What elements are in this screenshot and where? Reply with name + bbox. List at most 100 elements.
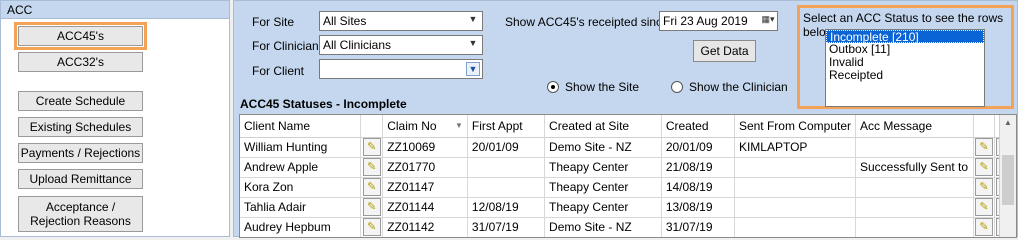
edit-pencil-icon-cell: ✎ — [973, 177, 995, 198]
site-select[interactable]: All Sites ▼ — [319, 11, 483, 31]
show-site-label: Show the Site — [565, 80, 640, 94]
edit-pencil-icon[interactable]: ✎ — [362, 218, 381, 236]
edit-pencil-icon[interactable]: ✎ — [362, 138, 381, 156]
table-header-row: Client Name Claim No ▼ First Appt Created… — [240, 115, 1016, 138]
edit-pencil-icon[interactable]: ✎ — [974, 198, 993, 216]
col-header-client-name[interactable]: Client Name — [240, 115, 362, 138]
col-header-acc-message[interactable]: Acc Message — [855, 115, 974, 138]
acc-status-box: Select an ACC Status to see the rows bel… — [797, 5, 1014, 109]
clinician-select[interactable]: All Clinicians ▼ — [319, 35, 483, 55]
status-item-receipted[interactable]: Receipted — [826, 69, 984, 82]
table-row[interactable]: Tahlia Adair ✎ ZZ01144 12/08/19 Theapy Cente… — [240, 197, 1016, 218]
client-label: For Client — [252, 64, 305, 78]
edit-pencil-icon[interactable]: ✎ — [362, 178, 381, 196]
edit-pencil-icon[interactable]: ✎ — [974, 178, 993, 196]
edit-pencil-icon-cell: ✎ — [360, 137, 384, 158]
edit-pencil-icon-cell: ✎ — [360, 157, 384, 178]
acc-nav-panel: ACC ACC45's ACC32's Create Schedule Exis… — [0, 0, 230, 237]
col-header-edit — [360, 115, 384, 138]
col-header-sent-from-computer[interactable]: Sent From Computer — [734, 115, 857, 138]
edit-pencil-icon[interactable]: ✎ — [974, 218, 993, 236]
edit-pencil-icon[interactable]: ✎ — [362, 198, 381, 216]
scrollbar-thumb[interactable] — [1002, 155, 1014, 205]
created-cell: 31/07/19 — [661, 217, 735, 237]
acceptance-label-line2: Rejection Reasons — [30, 214, 131, 228]
radio-selected-icon — [547, 81, 559, 93]
client-select[interactable]: ▼ — [319, 59, 483, 79]
client-name-cell: Audrey Hepbum — [240, 217, 362, 237]
show-clinician-label: Show the Clinician — [689, 80, 788, 94]
edit-pencil-icon[interactable]: ✎ — [362, 158, 381, 176]
acc32-button[interactable]: ACC32's — [18, 52, 143, 72]
col-header-claim-no[interactable]: Claim No ▼ — [382, 115, 468, 138]
acc-message-cell: Successfully Sent to — [855, 157, 974, 178]
created-cell: 14/08/19 — [661, 177, 735, 198]
col-header-first-appt[interactable]: First Appt — [467, 115, 546, 138]
edit-pencil-icon-cell: ✎ — [360, 177, 384, 198]
vertical-scrollbar[interactable]: ▲ — [999, 115, 1016, 237]
table-row[interactable]: William Hunting ✎ ZZ10069 20/01/09 Demo Site… — [240, 137, 1016, 158]
sent-from-computer-cell: KIMLAPTOP — [734, 137, 857, 158]
client-name-cell: Kora Zon — [240, 177, 362, 198]
existing-schedules-button[interactable]: Existing Schedules — [18, 117, 143, 137]
claim-no-cell: ZZ01147 — [382, 177, 468, 198]
date-value: Fri 23 Aug 2019 — [663, 14, 748, 28]
created-at-site-cell: Theapy Center — [544, 157, 662, 178]
first-appt-cell: 31/07/19 — [467, 217, 546, 237]
sent-from-computer-cell — [734, 197, 857, 218]
chevron-down-icon: ▼ — [466, 62, 480, 76]
scroll-up-icon[interactable]: ▲ — [1000, 115, 1016, 131]
edit-pencil-icon-cell: ✎ — [973, 197, 995, 218]
upload-remittance-button[interactable]: Upload Remittance — [18, 169, 143, 189]
create-schedule-button[interactable]: Create Schedule — [18, 91, 143, 111]
edit-pencil-icon[interactable]: ✎ — [974, 138, 993, 156]
show-site-radio[interactable]: Show the Site — [547, 80, 639, 94]
acceptance-label-line1: Acceptance / — [45, 200, 116, 214]
col-header-created[interactable]: Created — [661, 115, 735, 138]
acc-message-cell — [855, 137, 974, 158]
client-name-cell: Andrew Apple — [240, 157, 362, 178]
claim-no-header-label: Claim No — [387, 118, 437, 133]
first-appt-cell — [467, 177, 546, 198]
date-picker[interactable]: Fri 23 Aug 2019 ▦▾ — [659, 11, 778, 31]
get-data-button[interactable]: Get Data — [693, 40, 756, 62]
claim-no-cell: ZZ10069 — [382, 137, 468, 158]
acceptance-rejection-reasons-button[interactable]: Acceptance / Rejection Reasons — [18, 196, 143, 232]
table-row[interactable]: Andrew Apple ✎ ZZ01770 Theapy Center 21/08/1… — [240, 157, 1016, 178]
acc-message-cell — [855, 197, 974, 218]
nav-header: ACC — [1, 1, 229, 19]
site-label: For Site — [252, 15, 295, 29]
edit-pencil-icon-cell: ✎ — [973, 157, 995, 178]
first-appt-cell: 20/01/09 — [467, 137, 546, 158]
main-panel: For Site All Sites ▼ For Clinician All C… — [233, 0, 1018, 238]
acc45-grid: Client Name Claim No ▼ First Appt Created… — [239, 114, 1017, 238]
claim-no-cell: ZZ01144 — [382, 197, 468, 218]
chevron-down-icon: ▼ — [468, 38, 478, 48]
created-cell: 21/08/19 — [661, 157, 735, 178]
receipted-since-label: Show ACC45's receipted since — [505, 15, 669, 29]
radio-unselected-icon — [671, 81, 683, 93]
col-header-created-at-site[interactable]: Created at Site — [544, 115, 662, 138]
sent-from-computer-cell — [734, 217, 857, 237]
created-cell: 20/01/09 — [661, 137, 735, 158]
chevron-down-icon: ▼ — [468, 14, 478, 24]
acc45-button[interactable]: ACC45's — [18, 26, 143, 46]
sort-icon: ▼ — [454, 120, 463, 130]
edit-pencil-icon[interactable]: ✎ — [974, 158, 993, 176]
created-at-site-cell: Demo Site - NZ — [544, 217, 662, 237]
sent-from-computer-cell — [734, 157, 857, 178]
site-select-value: All Sites — [323, 14, 367, 28]
edit-pencil-icon-cell: ✎ — [973, 137, 995, 158]
table-row[interactable]: Kora Zon✎ZZ01147Theapy Center14/08/19✎↷ — [240, 177, 1016, 198]
edit-pencil-icon-cell: ✎ — [360, 217, 384, 237]
clinician-select-value: All Clinicians — [323, 38, 392, 52]
payments-rejections-button[interactable]: Payments / Rejections — [18, 143, 143, 163]
acc45-table: Client Name Claim No ▼ First Appt Created… — [240, 115, 1016, 237]
acc-message-cell — [855, 177, 974, 198]
created-at-site-cell: Theapy Center — [544, 177, 662, 198]
created-at-site-cell: Demo Site - NZ — [544, 137, 662, 158]
table-row[interactable]: Audrey Hepbum ✎ ZZ01142 31/07/19 Demo Site -… — [240, 217, 1016, 237]
show-clinician-radio[interactable]: Show the Clinician — [671, 80, 788, 94]
status-listbox[interactable]: Incomplete [210] Outbox [11] Invalid Rec… — [825, 29, 985, 107]
created-at-site-cell: Theapy Center — [544, 197, 662, 218]
